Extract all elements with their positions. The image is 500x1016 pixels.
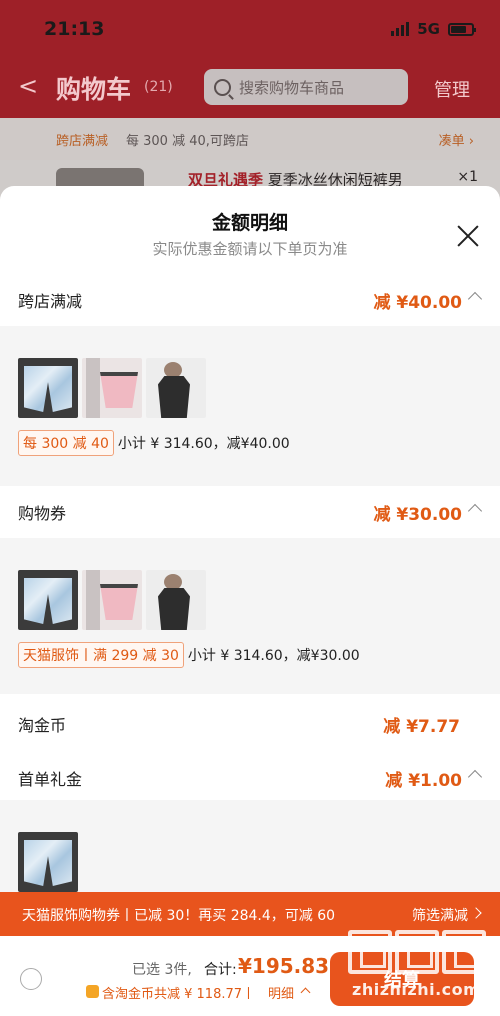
search-placeholder: 搜索购物车商品 bbox=[239, 78, 345, 97]
sheet-title: 金额明细 bbox=[211, 212, 288, 234]
promo-row: 每 300 减 40 小计 ¥ 314.60，减¥40.00 bbox=[18, 430, 290, 456]
vest-thumbnail[interactable] bbox=[146, 570, 206, 630]
chevron-up-icon bbox=[467, 503, 483, 519]
sheet-subtitle: 实际优惠金额请以下单页为准 bbox=[152, 240, 348, 258]
status-indicators: 5G bbox=[391, 20, 476, 38]
search-input[interactable]: 搜索购物车商品 bbox=[204, 69, 408, 105]
selected-count: 已选 3件, bbox=[132, 962, 192, 978]
chevron-up-icon bbox=[467, 291, 483, 307]
section-taojinbi: 淘金币 减 ¥7.77 bbox=[0, 698, 500, 750]
underwear-thumbnail[interactable] bbox=[82, 358, 142, 418]
section-label: 首单礼金 bbox=[18, 770, 83, 789]
section-amount: 减 ¥1.00 bbox=[385, 771, 462, 791]
coupon-tag: 天猫服饰丨满 299 减 30 bbox=[18, 642, 184, 668]
subtotal-text: 小计 ¥ 314.60，减¥40.00 bbox=[117, 436, 290, 452]
subtotal-text: 小计 ¥ 314.60，减¥30.00 bbox=[187, 648, 360, 664]
signal-icon bbox=[391, 22, 410, 36]
add-items-link[interactable]: 凑单 › bbox=[439, 130, 474, 149]
section-label: 跨店满减 bbox=[18, 292, 83, 311]
cart-count: (21) bbox=[144, 79, 173, 95]
coin-icon bbox=[86, 985, 99, 998]
watermark-text: zhizhizhi.com bbox=[352, 980, 481, 999]
back-button[interactable]: < bbox=[18, 72, 38, 100]
status-time: 21:13 bbox=[44, 18, 105, 40]
chevron-up-icon bbox=[300, 987, 311, 998]
section-label: 购物券 bbox=[18, 504, 67, 523]
section-first-order[interactable]: 首单礼金 减 ¥1.00 bbox=[0, 752, 500, 804]
coupon-tag: 每 300 减 40 bbox=[18, 430, 114, 456]
filter-deals-link[interactable]: 筛选满减 bbox=[412, 905, 468, 925]
chevron-right-icon bbox=[470, 907, 482, 919]
chevron-up-icon bbox=[467, 769, 483, 785]
total-value: ¥195.83 bbox=[238, 954, 330, 978]
network-label: 5G bbox=[417, 20, 440, 38]
underwear-thumbnail[interactable] bbox=[82, 570, 142, 630]
watermark-logo bbox=[348, 930, 486, 974]
section-body-coupon: 天猫服饰丨满 299 减 30 小计 ¥ 314.60，减¥30.00 bbox=[0, 538, 500, 694]
product-thumbnails bbox=[18, 832, 78, 892]
vest-thumbnail[interactable] bbox=[146, 358, 206, 418]
select-all-checkbox[interactable] bbox=[20, 968, 42, 990]
promo-tag: 跨店满减 bbox=[56, 134, 109, 149]
product-thumbnails bbox=[18, 570, 206, 630]
discount-summary: 含淘金币共减 ¥ 118.77丨 bbox=[102, 987, 256, 1002]
battery-icon bbox=[448, 22, 476, 36]
shorts-thumbnail[interactable] bbox=[18, 358, 78, 418]
section-amount: 减 ¥30.00 bbox=[373, 505, 462, 525]
promo-text: 每 300 减 40,可跨店 bbox=[126, 134, 249, 149]
section-body-first-order bbox=[0, 800, 500, 894]
promo-row: 天猫服饰丨满 299 减 30 小计 ¥ 314.60，减¥30.00 bbox=[18, 642, 360, 668]
shorts-thumbnail[interactable] bbox=[18, 832, 78, 892]
promo-strip: 跨店满减 每 300 减 40,可跨店 凑单 › bbox=[0, 118, 500, 160]
page-title: 购物车 bbox=[56, 75, 132, 104]
section-amount: 减 ¥40.00 bbox=[373, 293, 462, 313]
close-icon[interactable] bbox=[456, 224, 480, 248]
status-bar: 21:13 5G bbox=[0, 0, 500, 58]
manage-button[interactable]: 管理 bbox=[434, 76, 470, 102]
shorts-thumbnail[interactable] bbox=[18, 570, 78, 630]
section-body-cross-store: 每 300 减 40 小计 ¥ 314.60，减¥40.00 bbox=[0, 326, 500, 486]
section-amount: 减 ¥7.77 bbox=[383, 717, 460, 737]
section-coupon[interactable]: 购物券 减 ¥30.00 bbox=[0, 486, 500, 538]
watermark: zhizhizhi.com bbox=[346, 930, 496, 1014]
search-icon bbox=[214, 78, 231, 96]
cart-header: < 购物车 (21) 搜索购物车商品 管理 bbox=[0, 58, 500, 118]
total-label: 合计: bbox=[204, 962, 237, 978]
detail-link[interactable]: 明细 bbox=[268, 983, 294, 1002]
amount-detail-sheet: 金额明细 实际优惠金额请以下单页为准 跨店满减 减 ¥40.00 每 300 减… bbox=[0, 186, 500, 894]
section-cross-store[interactable]: 跨店满减 减 ¥40.00 bbox=[0, 274, 500, 326]
deal-text: 天猫服饰购物券丨已减 30！再买 284.4，可减 60 bbox=[22, 908, 336, 924]
product-qty: ×1 bbox=[457, 169, 478, 185]
section-label: 淘金币 bbox=[18, 716, 67, 735]
product-thumbnails bbox=[18, 358, 206, 418]
